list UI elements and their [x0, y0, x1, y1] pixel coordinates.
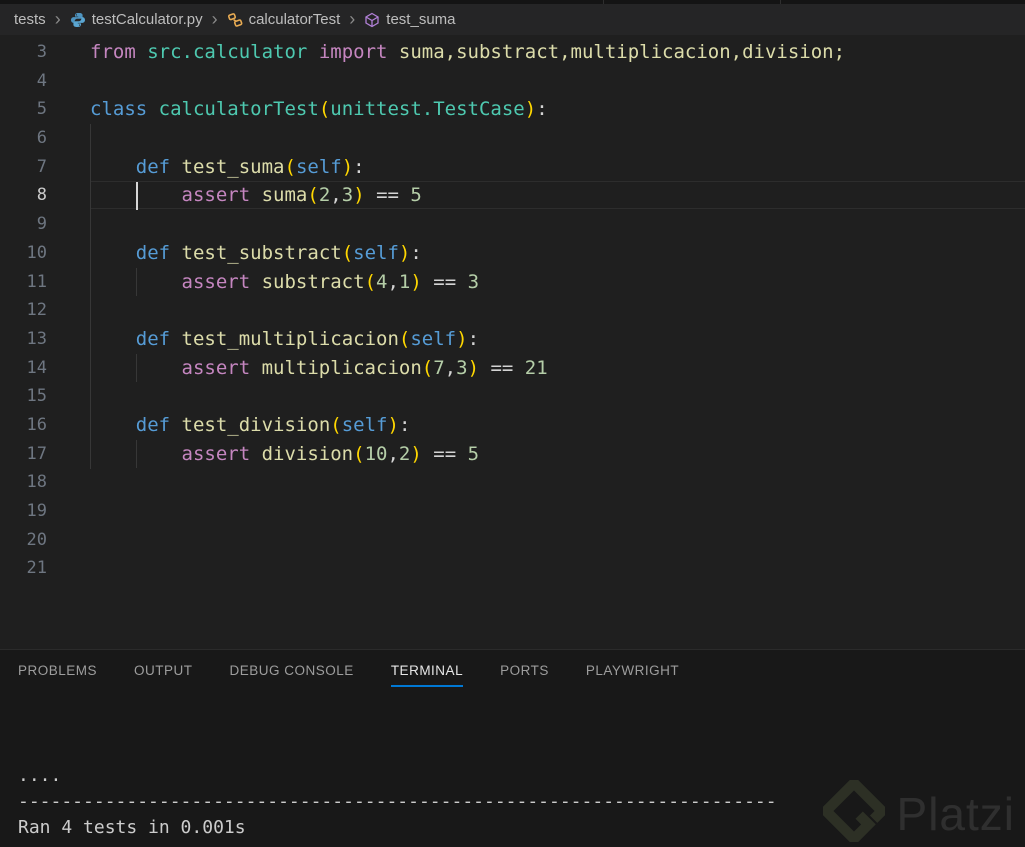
terminal-line: ....	[18, 765, 62, 786]
tab-bar-edge	[0, 0, 1025, 4]
line-number[interactable]: 7	[0, 153, 62, 182]
code-text: class calculatorTest(unittest.TestCase):	[90, 98, 548, 121]
panel-tab-playwright[interactable]: PLAYWRIGHT	[586, 663, 679, 687]
code-line[interactable]: 5 class calculatorTest(unittest.TestCase)…	[0, 95, 1025, 124]
line-number[interactable]: 8	[0, 181, 62, 210]
breadcrumb-item-class[interactable]: calculatorTest	[227, 11, 341, 28]
code-line[interactable]: 20	[0, 526, 1025, 555]
code-text: def test_suma(self):	[135, 155, 365, 178]
code-line[interactable]: 17 assert division(10,2) == 5	[0, 440, 1025, 469]
line-number[interactable]: 19	[0, 497, 62, 526]
line-number[interactable]: 16	[0, 411, 62, 440]
code-line[interactable]: 9	[0, 210, 1025, 239]
code-text: from src.calculator import suma,substrac…	[90, 41, 846, 63]
code-line[interactable]: 19	[0, 497, 1025, 526]
terminal-output[interactable]: .... ------------------------------------…	[0, 711, 1025, 847]
python-icon	[70, 12, 86, 28]
breadcrumb: tests › testCalculator.py › calculatorTe…	[0, 4, 1025, 35]
code-text: assert multiplicacion(7,3) == 21	[181, 356, 548, 379]
code-line[interactable]: 8 assert suma(2,3) == 5	[0, 181, 1025, 210]
code-text: assert substract(4,1) == 3	[181, 270, 480, 293]
line-number[interactable]: 21	[0, 554, 62, 583]
terminal-lines: .... ------------------------------------…	[18, 763, 1025, 847]
code-text: assert suma(2,3) == 5	[181, 184, 422, 207]
breadcrumb-item-tests[interactable]: tests	[14, 11, 46, 28]
line-number[interactable]: 17	[0, 440, 62, 469]
panel-tab-terminal[interactable]: TERMINAL	[390, 663, 464, 687]
code-line[interactable]: 10 def test_substract(self):	[0, 239, 1025, 268]
panel-tabs: PROBLEMS OUTPUT DEBUG CONSOLE TERMINAL PORTS…	[0, 650, 1025, 687]
code-line[interactable]: 7 def test_suma(self):	[0, 153, 1025, 182]
breadcrumb-item-method[interactable]: test_suma	[364, 11, 456, 28]
code-line[interactable]: 18	[0, 468, 1025, 497]
line-number[interactable]: 18	[0, 468, 62, 497]
breadcrumb-label: calculatorTest	[248, 11, 341, 28]
class-icon	[227, 12, 243, 28]
code-line[interactable]: 16 def test_division(self):	[0, 411, 1025, 440]
editor-lines: 3 from src.calculator import suma,substra…	[0, 35, 1025, 583]
line-number[interactable]: 9	[0, 210, 62, 239]
bottom-panel: PROBLEMS OUTPUT DEBUG CONSOLE TERMINAL PORTS…	[0, 649, 1025, 847]
line-number[interactable]: 6	[0, 124, 62, 153]
line-number[interactable]: 20	[0, 526, 62, 555]
breadcrumb-label: tests	[14, 11, 46, 28]
tab-separator	[603, 0, 604, 4]
code-line[interactable]: 13 def test_multiplicacion(self):	[0, 325, 1025, 354]
chevron-right-icon: ›	[54, 8, 61, 29]
text-cursor	[136, 182, 138, 210]
method-icon	[364, 12, 380, 28]
line-number[interactable]: 5	[0, 95, 62, 124]
code-line[interactable]: 4	[0, 67, 1025, 96]
code-text: assert division(10,2) == 5	[181, 442, 480, 465]
line-number[interactable]: 4	[0, 67, 62, 96]
vscode-window: tests › testCalculator.py › calculatorTe…	[0, 0, 1025, 847]
panel-tab-ports[interactable]: PORTS	[500, 663, 549, 687]
breadcrumb-label: test_suma	[386, 11, 456, 28]
line-number[interactable]: 3	[0, 38, 62, 67]
code-line[interactable]: 12	[0, 296, 1025, 325]
code-line[interactable]: 6	[0, 124, 1025, 153]
code-line[interactable]: 15	[0, 382, 1025, 411]
code-line[interactable]: 3 from src.calculator import suma,substra…	[0, 38, 1025, 67]
line-number[interactable]: 15	[0, 382, 62, 411]
line-number[interactable]: 14	[0, 354, 62, 383]
panel-tab-debug-console[interactable]: DEBUG CONSOLE	[230, 663, 354, 687]
chevron-right-icon: ›	[349, 8, 356, 29]
code-line[interactable]: 21	[0, 554, 1025, 583]
code-text: def test_substract(self):	[135, 241, 422, 264]
panel-tab-problems[interactable]: PROBLEMS	[18, 663, 97, 687]
line-number[interactable]: 11	[0, 268, 62, 297]
chevron-right-icon: ›	[211, 8, 218, 29]
code-text: def test_multiplicacion(self):	[135, 327, 480, 350]
code-text: def test_division(self):	[135, 413, 411, 436]
code-line[interactable]: 11 assert substract(4,1) == 3	[0, 268, 1025, 297]
code-editor[interactable]: 3 from src.calculator import suma,substra…	[0, 35, 1025, 649]
line-number[interactable]: 10	[0, 239, 62, 268]
line-number[interactable]: 12	[0, 296, 62, 325]
terminal-line: Ran 4 tests in 0.001s	[18, 817, 246, 838]
line-number[interactable]: 13	[0, 325, 62, 354]
code-line[interactable]: 14 assert multiplicacion(7,3) == 21	[0, 354, 1025, 383]
terminal-line: ----------------------------------------…	[18, 791, 777, 812]
breadcrumb-label: testCalculator.py	[91, 11, 203, 28]
panel-tab-output[interactable]: OUTPUT	[134, 663, 193, 687]
tab-separator	[780, 0, 781, 4]
breadcrumb-item-file[interactable]: testCalculator.py	[70, 11, 203, 28]
